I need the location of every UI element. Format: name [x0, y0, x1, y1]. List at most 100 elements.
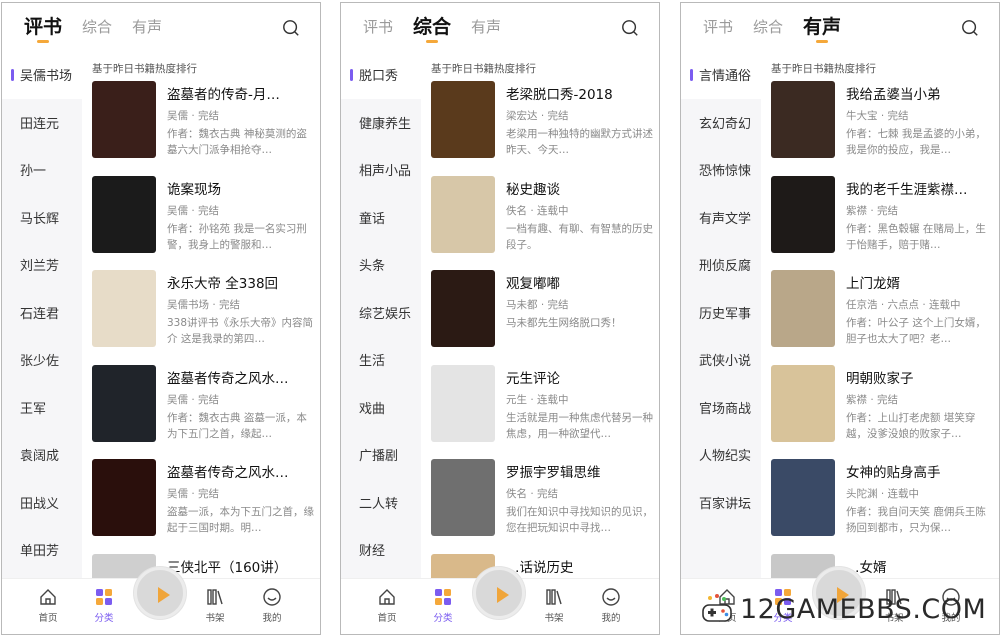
book-list-item[interactable]: 观复嘟嘟 马未都 · 完结 马未都先生网络脱口秀！: [421, 270, 659, 365]
nav-item-mine[interactable]: 我的: [591, 587, 631, 624]
sidebar-category-item[interactable]: 张少佐: [2, 336, 82, 384]
search-icon[interactable]: [961, 19, 979, 37]
book-list-item[interactable]: 老梁脱口秀-2018 梁宏达 · 完结 老梁用一种独特的幽默方式讲述昨天、今天…: [421, 81, 659, 176]
book-cover-image[interactable]: [92, 81, 156, 158]
tab-yousheng[interactable]: 有声: [803, 17, 841, 43]
sidebar-category-item[interactable]: 官场商战: [681, 384, 761, 432]
sidebar-category-item[interactable]: 历史军事: [681, 289, 761, 337]
book-list-item[interactable]: 秘史趣谈 佚名 · 连载中 一档有趣、有聊、有智慧的历史段子。: [421, 175, 659, 271]
sidebar-category-item[interactable]: 广播剧: [341, 431, 421, 479]
tab-zonghe[interactable]: 综合: [753, 17, 783, 37]
book-cover-image[interactable]: [771, 364, 835, 442]
sidebar-category-item[interactable]: 吴儒书场: [2, 51, 82, 99]
sidebar-category-label: 孙一: [20, 164, 47, 180]
sidebar-category-item[interactable]: 刑侦反腐: [681, 241, 761, 289]
tab-pingshu[interactable]: 评书: [703, 17, 733, 37]
book-cover-image[interactable]: [92, 459, 156, 536]
tab-pingshu[interactable]: 评书: [363, 17, 393, 37]
book-list-item[interactable]: 元生评论 元生 · 连载中 生活就是用一种焦虑代替另一种焦虑，用一种欲望代…: [421, 364, 659, 460]
book-list-item[interactable]: 永乐大帝 全338回 吴儒书场 · 完结 338讲评书《永乐大帝》内容简介 这是我录…: [82, 270, 320, 365]
sidebar-category-item[interactable]: 财经: [341, 526, 421, 574]
tab-yousheng[interactable]: 有声: [132, 17, 162, 37]
book-title: 元生评论: [506, 370, 560, 387]
book-desc: 338讲评书《永乐大帝》内容简介 这是我录的第四…: [167, 317, 314, 345]
sidebar-category-item[interactable]: 戏曲: [341, 384, 421, 432]
book-meta: 佚名 · 完结: [506, 488, 559, 500]
sidebar-category-item[interactable]: 综艺娱乐: [341, 289, 421, 337]
sidebar-category-item[interactable]: 言情通俗: [681, 51, 761, 99]
book-cover-image[interactable]: [771, 175, 835, 253]
tab-zonghe[interactable]: 综合: [82, 17, 112, 37]
book-title: 罗振宇罗辑思维: [506, 465, 601, 481]
book-list-item[interactable]: 三侠北平（160讲）: [82, 553, 320, 578]
book-cover-image[interactable]: [771, 270, 835, 347]
book-list-item[interactable]: …女婿: [761, 553, 999, 578]
sidebar-category-item[interactable]: 脱口秀: [341, 51, 421, 99]
book-cover-image[interactable]: [431, 175, 495, 253]
sidebar-category-item[interactable]: 相声小品: [341, 146, 421, 194]
nav-item-bookshelf[interactable]: 书架: [534, 587, 574, 624]
book-list-item[interactable]: 盗墓者的传奇-月… 吴儒 · 完结 作者：魏衣古典 神秘莫测的盗墓六大门派争相抢夺…: [82, 81, 320, 176]
tab-zonghe[interactable]: 综合: [413, 17, 451, 43]
book-cover-image[interactable]: [431, 270, 495, 347]
sidebar-category-item[interactable]: 二人转: [341, 479, 421, 527]
book-list-item[interactable]: 女神的贴身高手 头陀渊 · 连载中 作者：我自问天笑 鹿佣兵王陈扬回到都市，只为保…: [761, 459, 999, 554]
nav-item-category[interactable]: 分类: [84, 587, 124, 624]
book-cover-image[interactable]: [771, 81, 835, 158]
sidebar-category-item[interactable]: 田连元: [2, 99, 82, 147]
sidebar-category-item[interactable]: 田战义: [2, 479, 82, 527]
sidebar-category-label: 玄幻奇幻: [699, 116, 752, 132]
tab-yousheng[interactable]: 有声: [471, 17, 501, 37]
sidebar-category-item[interactable]: 头条: [341, 241, 421, 289]
sidebar-category-item[interactable]: 袁阔成: [2, 431, 82, 479]
book-list-item[interactable]: 我给孟婆当小弟 牛大宝 · 完结 作者：七棘 我是孟婆的小弟，我是你的投应，我是…: [761, 81, 999, 176]
book-desc: 作者：叶公子 这个上门女婿，胆子也太大了吧？老…: [846, 317, 986, 345]
sidebar-category-item[interactable]: 刘兰芳: [2, 241, 82, 289]
sidebar-category-label: 历史军事: [699, 306, 752, 322]
book-list-item[interactable]: 我的老千生涯紫襟… 紫襟 · 完结 作者：黑色毂辗 在赌局上，生于怡赌手，赔于赌…: [761, 175, 999, 271]
nav-item-category[interactable]: 分类: [423, 587, 463, 624]
sidebar-category-item[interactable]: 健康养生: [341, 99, 421, 147]
sidebar-category-item[interactable]: 童话: [341, 194, 421, 242]
book-desc: 我们在知识中寻找知识的见识，您在把玩知识中寻找…: [506, 506, 653, 534]
book-list-item[interactable]: 上门龙婿 任京浩 · 六点点 · 连载中 作者：叶公子 这个上门女婿，胆子也太大了吧…: [761, 270, 999, 365]
book-list-item[interactable]: …话说历史: [421, 553, 659, 578]
play-button[interactable]: [473, 567, 525, 619]
book-cover-image[interactable]: [92, 270, 156, 347]
search-icon[interactable]: [282, 19, 300, 37]
nav-item-bookshelf[interactable]: 书架: [195, 587, 235, 624]
tab-pingshu[interactable]: 评书: [24, 17, 62, 43]
book-list-item[interactable]: 盗墓者传奇之风水… 吴儒 · 完结 盗墓一派，本为下五门之首，缘起于三国时期。明…: [82, 459, 320, 554]
book-list-item[interactable]: 盗墓者传奇之风水… 吴儒 · 完结 作者：魏衣古典 盗墓一派，本为下五门之首，缘起…: [82, 364, 320, 460]
sidebar-category-item[interactable]: 有声文学: [681, 194, 761, 242]
book-list-item[interactable]: 罗振宇罗辑思维佚名 · 完结我们在知识中寻找知识的见识，您在把玩知识中寻找…: [421, 459, 659, 554]
nav-item-home[interactable]: 首页: [367, 587, 407, 624]
sidebar-category-item[interactable]: 百家讲坛: [681, 479, 761, 527]
sidebar-category-label: 童话: [359, 211, 386, 227]
book-list-item[interactable]: 诡案现场 吴儒 · 完结 作者：孙铭苑 我是一名实习刑警，我身上的警服和…: [82, 175, 320, 271]
book-list-item[interactable]: 明朝败家子 紫襟 · 完结 作者：上山打老虎额 堪笑穿越，没爹没娘的败家子…: [761, 364, 999, 460]
nav-item-mine[interactable]: 我的: [252, 587, 292, 624]
book-cover-image[interactable]: [431, 459, 495, 536]
book-meta: 吴儒 · 完结: [167, 204, 220, 217]
sidebar-category-item[interactable]: 玄幻奇幻: [681, 99, 761, 147]
play-button[interactable]: [134, 567, 186, 619]
sidebar-category-item[interactable]: 石连君: [2, 289, 82, 337]
book-cover-image[interactable]: [771, 459, 835, 536]
book-title: 女神的贴身高手: [846, 465, 941, 481]
book-title: 老梁脱口秀-2018: [506, 87, 613, 103]
book-cover-image[interactable]: [92, 364, 156, 442]
sidebar-category-item[interactable]: 马长辉: [2, 194, 82, 242]
sidebar-category-item[interactable]: 单田芳: [2, 526, 82, 574]
nav-item-home[interactable]: 首页: [28, 587, 68, 624]
sidebar-category-item[interactable]: 王军: [2, 384, 82, 432]
sidebar-category-item[interactable]: 武侠小说: [681, 336, 761, 384]
sidebar-category-item[interactable]: 恐怖惊悚: [681, 146, 761, 194]
book-cover-image[interactable]: [431, 81, 495, 158]
search-icon[interactable]: [621, 19, 639, 37]
book-cover-image[interactable]: [431, 364, 495, 442]
book-cover-image[interactable]: [92, 175, 156, 253]
sidebar-category-item[interactable]: 生活: [341, 336, 421, 384]
sidebar-category-item[interactable]: 孙一: [2, 146, 82, 194]
sidebar-category-item[interactable]: 人物纪实: [681, 431, 761, 479]
